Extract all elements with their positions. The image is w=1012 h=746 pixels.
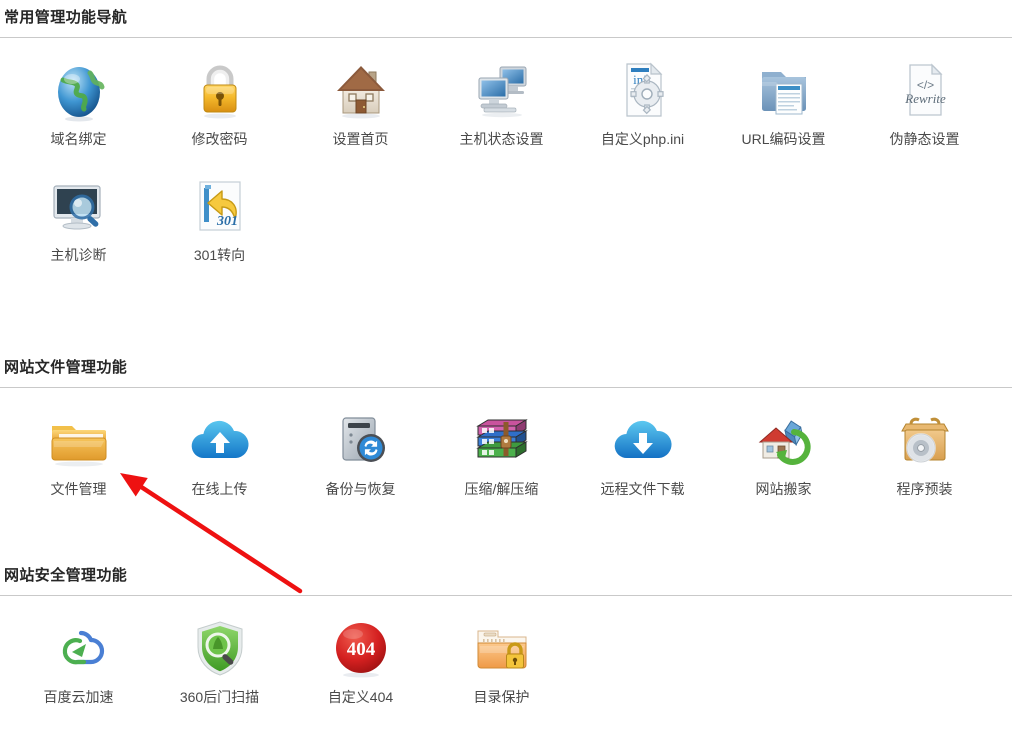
svg-text:301: 301	[216, 214, 238, 229]
tile-label: 自定义php.ini	[600, 131, 685, 147]
section-divider	[0, 37, 1012, 38]
tile-360-backdoor-scan[interactable]: 360后门扫描	[149, 612, 290, 706]
globe-icon	[47, 58, 111, 122]
cloud-download-icon	[611, 408, 675, 472]
monitor-magnifier-icon	[47, 174, 111, 238]
tile-label: 主机状态设置	[459, 131, 544, 147]
harddisk-refresh-icon	[329, 408, 393, 472]
section-title: 常用管理功能导航	[4, 9, 128, 26]
archive-zip-icon	[470, 408, 534, 472]
tile-label: 程序预装	[896, 481, 953, 497]
tile-custom-404[interactable]: 404 自定义404	[290, 612, 431, 706]
section-security-management: 网站安全管理功能 百度云加速 360后门扫描 404 自定义404 目录保护	[0, 566, 1012, 706]
padlock-icon	[188, 58, 252, 122]
shield-scan-icon	[188, 616, 252, 680]
tile-label: 301转向	[193, 247, 246, 263]
section-common-functions: 常用管理功能导航 域名绑定 修改密码 设置首页 主机状态设置 ini 自定义ph…	[0, 8, 1012, 286]
tile-label: 修改密码	[191, 131, 248, 147]
section-divider	[0, 387, 1012, 388]
error-404-icon: 404	[329, 616, 393, 680]
tile-host-diagnosis[interactable]: 主机诊断	[8, 170, 149, 264]
tile-label: 远程文件下载	[600, 481, 685, 497]
tile-301-redirect[interactable]: 301 301转向	[149, 170, 290, 264]
tile-change-password[interactable]: 修改密码	[149, 54, 290, 148]
tile-baidu-cloud-acceleration[interactable]: 百度云加速	[8, 612, 149, 706]
section-file-management: 网站文件管理功能 文件管理 在线上传 备份与恢复 压缩/解压缩 远程文件下载 网…	[0, 358, 1012, 498]
tile-label: 360后门扫描	[179, 689, 260, 705]
tile-directory-protection[interactable]: 目录保护	[431, 612, 572, 706]
tile-label: 伪静态设置	[889, 131, 960, 147]
tile-label: 文件管理	[50, 481, 107, 497]
tile-set-homepage[interactable]: 设置首页	[290, 54, 431, 148]
tile-label: 网站搬家	[755, 481, 812, 497]
section-divider	[0, 595, 1012, 596]
tile-label: 压缩/解压缩	[464, 481, 539, 497]
cloud-upload-icon	[188, 408, 252, 472]
tile-label: 在线上传	[191, 481, 248, 497]
section-title: 网站文件管理功能	[4, 359, 128, 376]
admin-function-navigation-page: 常用管理功能导航 域名绑定 修改密码 设置首页 主机状态设置 ini 自定义ph…	[0, 0, 1012, 746]
tile-url-encoding-settings[interactable]: URL编码设置	[713, 54, 854, 148]
tile-label: 主机诊断	[50, 247, 107, 263]
folder-lock-icon	[470, 616, 534, 680]
tile-compress-extract[interactable]: 压缩/解压缩	[431, 404, 572, 498]
svg-text:Rewrite: Rewrite	[904, 91, 946, 106]
svg-text:404: 404	[346, 639, 375, 660]
tile-file-manager[interactable]: 文件管理	[8, 404, 149, 498]
house-move-icon	[752, 408, 816, 472]
section-title: 网站安全管理功能	[4, 567, 128, 584]
function-grid: 文件管理 在线上传 备份与恢复 压缩/解压缩 远程文件下载 网站搬家 程序预装	[0, 404, 1012, 498]
tile-custom-php-ini[interactable]: ini 自定义php.ini	[572, 54, 713, 148]
tile-app-preinstall[interactable]: 程序预装	[854, 404, 995, 498]
tile-label: 设置首页	[332, 131, 389, 147]
folder-document-icon	[752, 58, 816, 122]
tile-domain-binding[interactable]: 域名绑定	[8, 54, 149, 148]
tile-rewrite-settings[interactable]: </> Rewrite 伪静态设置	[854, 54, 995, 148]
house-icon	[329, 58, 393, 122]
folder-open-icon	[47, 408, 111, 472]
computers-icon	[470, 58, 534, 122]
tile-online-upload[interactable]: 在线上传	[149, 404, 290, 498]
svg-text:</>: </>	[916, 78, 933, 92]
redirect-301-icon: 301	[188, 174, 252, 238]
tile-backup-restore[interactable]: 备份与恢复	[290, 404, 431, 498]
tile-label: 自定义404	[327, 689, 394, 705]
tile-site-migration[interactable]: 网站搬家	[713, 404, 854, 498]
tile-label: 域名绑定	[50, 131, 107, 147]
ini-file-gear-icon: ini	[611, 58, 675, 122]
package-disc-icon	[893, 408, 957, 472]
tile-label: 目录保护	[473, 689, 530, 705]
tile-remote-file-download[interactable]: 远程文件下载	[572, 404, 713, 498]
tile-host-status-settings[interactable]: 主机状态设置	[431, 54, 572, 148]
function-grid: 百度云加速 360后门扫描 404 自定义404 目录保护	[0, 612, 1012, 706]
tile-label: URL编码设置	[741, 131, 826, 147]
function-grid: 域名绑定 修改密码 设置首页 主机状态设置 ini 自定义php.ini URL…	[0, 54, 1012, 286]
rewrite-file-icon: </> Rewrite	[893, 58, 957, 122]
tile-label: 备份与恢复	[325, 481, 396, 497]
tile-label: 百度云加速	[43, 689, 114, 705]
baidu-cloud-icon	[47, 616, 111, 680]
